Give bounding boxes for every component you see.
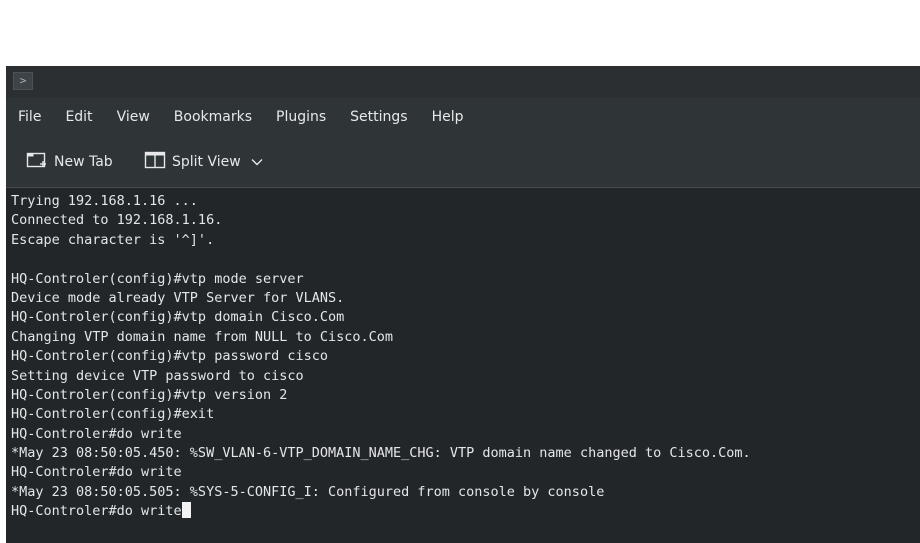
menu-edit[interactable]: Edit [53,98,104,136]
terminal-line: HQ-Controler(config)#vtp domain Cisco.Co… [11,309,345,326]
terminal-prompt: HQ-Controler#do write [11,503,182,520]
terminal-line: HQ-Controler#do write [11,464,182,481]
terminal-app-icon: > [13,72,33,90]
terminal-line: Changing VTP domain name from NULL to Ci… [11,328,394,345]
terminal-line: Device mode already VTP Server for VLANS… [11,289,345,306]
toolbar: New Tab Split View [6,136,920,188]
terminal-line: Trying 192.168.1.16 ... [11,193,198,209]
terminal-line: HQ-Controler(config)#vtp password cisco [11,348,328,365]
menu-help[interactable]: Help [420,98,476,136]
split-view-label: Split View [172,154,241,170]
terminal-line: HQ-Controler(config)#vtp mode server [11,270,304,287]
terminal-output[interactable]: Trying 192.168.1.16 ... Connected to 192… [6,188,920,543]
menu-file[interactable]: File [6,98,53,136]
chevron-down-icon[interactable] [251,154,263,170]
text-cursor [181,502,191,519]
menu-plugins[interactable]: Plugins [264,98,338,136]
terminal-line: HQ-Controler(config)#vtp version 2 [11,386,288,403]
terminal-line: Setting device VTP password to cisco [11,367,304,384]
terminal-line: Connected to 192.168.1.16. [11,212,223,229]
menu-bookmarks[interactable]: Bookmarks [162,98,264,136]
title-bar[interactable]: > [6,66,920,98]
terminal-line: *May 23 08:50:05.505: %SYS-5-CONFIG_I: C… [11,483,605,500]
terminal-line: *May 23 08:50:05.450: %SW_VLAN-6-VTP_DOM… [11,445,751,462]
menu-bar: File Edit View Bookmarks Plugins Setting… [6,98,920,136]
new-tab-button[interactable]: New Tab [26,150,113,174]
split-view-icon [144,150,166,174]
terminal-line: Escape character is '^]'. [11,231,215,248]
terminal-line: HQ-Controler(config)#exit [11,406,215,423]
menu-settings[interactable]: Settings [338,98,419,136]
menu-view[interactable]: View [105,98,162,136]
konsole-window: > File Edit View Bookmarks Plugins Setti… [6,66,920,543]
split-view-button[interactable]: Split View [144,150,263,174]
terminal-prompt-line[interactable]: HQ-Controler#do write [11,502,920,521]
new-tab-icon [26,150,48,174]
terminal-line: HQ-Controler#do write [11,425,182,442]
new-tab-label: New Tab [54,154,113,170]
